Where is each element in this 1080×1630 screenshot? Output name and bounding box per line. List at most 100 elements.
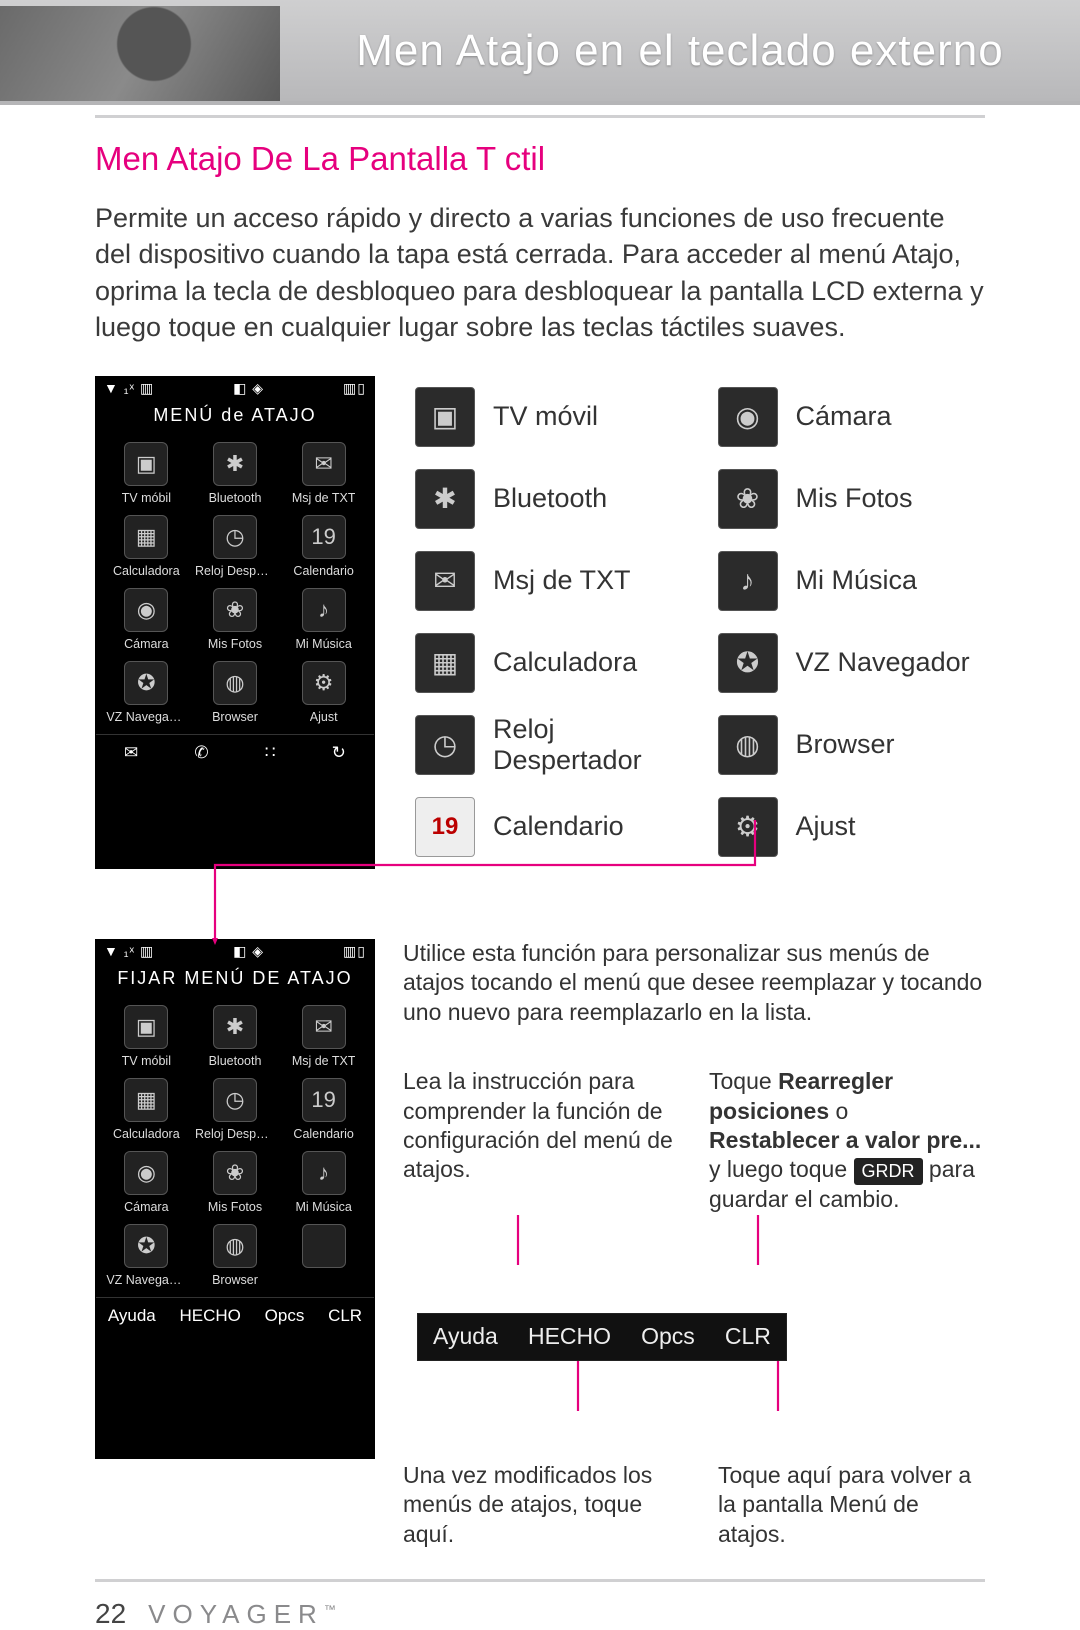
shortcut-icon: 19 bbox=[302, 515, 346, 559]
app-icon: ✉ bbox=[415, 551, 475, 611]
grdr-badge: GRDR bbox=[854, 1158, 923, 1185]
app-icon: ✱ bbox=[415, 469, 475, 529]
shortcut-cell[interactable]: ✪VZ Navegador bbox=[102, 1218, 191, 1291]
icon-entry: ⚙Ajust bbox=[718, 786, 986, 868]
shortcut-label: Bluetooth bbox=[209, 491, 262, 505]
shortcut-cell[interactable]: ▣TV móbil bbox=[102, 999, 191, 1072]
shortcut-cell[interactable]: ❀ Mis Fotos bbox=[191, 1145, 280, 1218]
battery-icon: ▥▯ bbox=[343, 380, 366, 397]
app-label: VZ Navegador bbox=[796, 647, 970, 678]
shortcut-cell[interactable]: ◷Reloj Despert… bbox=[191, 1072, 280, 1145]
shortcut-icon bbox=[302, 1224, 346, 1268]
shortcut-label: Reloj Desper… bbox=[195, 564, 275, 578]
shortcut-cell[interactable]: ♪Mi Música bbox=[279, 582, 368, 655]
status-left: ▼ ₁ˣ ▥ bbox=[104, 380, 154, 397]
icon-entry: ✱Bluetooth bbox=[415, 458, 683, 540]
shortcut-cell[interactable]: ✱ Bluetooth bbox=[191, 436, 280, 509]
app-label: Mis Fotos bbox=[796, 483, 913, 514]
shortcut-cell[interactable]: ▦Calculadora bbox=[102, 509, 191, 582]
softkey[interactable]: Ayuda bbox=[423, 1322, 508, 1351]
softkey[interactable]: Opcs bbox=[259, 1306, 311, 1326]
softkey-bar-large[interactable]: Ayuda HECHO Opcs CLR bbox=[417, 1313, 787, 1361]
shortcut-cell[interactable]: ✱Bluetooth bbox=[191, 999, 280, 1072]
softkey-bar[interactable]: Ayuda HECHO Opcs CLR bbox=[96, 1297, 374, 1335]
shortcut-icon: ♪ bbox=[302, 1151, 346, 1195]
status-left: ▼ ₁ˣ ▥ bbox=[104, 943, 154, 960]
shortcut-label: Calculadora bbox=[113, 1127, 180, 1141]
app-icon: ❀ bbox=[718, 469, 778, 529]
shortcut-cell[interactable]: ✪ VZ Navegador bbox=[102, 655, 191, 728]
app-icon: ◷ bbox=[415, 715, 475, 775]
shortcut-icon: ◍ bbox=[213, 1224, 257, 1268]
icon-entry: ❀ Mis Fotos bbox=[718, 458, 986, 540]
shortcut-label: Mis Fotos bbox=[208, 1200, 262, 1214]
shortcut-icon: ✉ bbox=[302, 442, 346, 486]
shortcut-cell[interactable]: ◉Cámara bbox=[102, 1145, 191, 1218]
shortcut-label: TV móbil bbox=[122, 1054, 171, 1068]
phone-title: FIJAR MENÚ DE ATAJO bbox=[96, 964, 374, 999]
shortcut-cell[interactable]: ♪Mi Música bbox=[279, 1145, 368, 1218]
shortcut-label: Cámara bbox=[124, 637, 168, 651]
softkey[interactable]: Opcs bbox=[631, 1322, 705, 1351]
shortcut-cell[interactable]: ◷ Reloj Desper… bbox=[191, 509, 280, 582]
shortcut-icon: ✪ bbox=[124, 661, 168, 705]
shortcut-cell[interactable]: ✉Msj de TXT bbox=[279, 436, 368, 509]
shortcut-label: Calendario bbox=[293, 564, 353, 578]
app-icon: ▦ bbox=[415, 633, 475, 693]
shortcut-cell[interactable]: ⚙Ajust bbox=[279, 655, 368, 728]
status-bar: ▼ ₁ˣ ▥ ◧ ◈ ▥▯ bbox=[96, 377, 374, 401]
shortcut-icon: ◉ bbox=[124, 588, 168, 632]
callout-hecho-instruction: Una vez modificados los menús de atajos,… bbox=[403, 1461, 670, 1549]
softkey[interactable]: CLR bbox=[715, 1322, 781, 1351]
shortcut-icon: ▦ bbox=[124, 1078, 168, 1122]
app-label: Mi Música bbox=[796, 565, 918, 596]
softkey: ✉ bbox=[118, 743, 144, 763]
shortcut-cell[interactable]: ◍Browser bbox=[191, 1218, 280, 1291]
shortcut-label: Msj de TXT bbox=[292, 1054, 356, 1068]
shortcut-icon: ▣ bbox=[124, 442, 168, 486]
app-label: Cámara bbox=[796, 401, 892, 432]
battery-icon: ▥▯ bbox=[343, 943, 366, 960]
softkey[interactable]: HECHO bbox=[518, 1322, 621, 1351]
shortcut-cell[interactable]: ◉ Cámara bbox=[102, 582, 191, 655]
shortcut-cell[interactable]: ▣TV móbil bbox=[102, 436, 191, 509]
softkey[interactable]: Ayuda bbox=[102, 1306, 162, 1326]
app-label: Reloj Despertador bbox=[493, 714, 683, 776]
shortcut-icon: ✱ bbox=[213, 1005, 257, 1049]
shortcut-icon: ❀ bbox=[213, 1151, 257, 1195]
softkey[interactable]: CLR bbox=[322, 1306, 368, 1326]
shortcut-label: VZ Navegador bbox=[106, 1273, 186, 1287]
shortcut-label: Reloj Despert… bbox=[195, 1127, 275, 1141]
app-icon: ◉ bbox=[718, 387, 778, 447]
softkey[interactable]: HECHO bbox=[174, 1306, 247, 1326]
shortcut-label: Browser bbox=[212, 710, 258, 724]
shortcut-cell[interactable]: ✉ Msj de TXT bbox=[279, 999, 368, 1072]
shortcut-icon: ✱ bbox=[213, 442, 257, 486]
shortcut-icon: ⚙ bbox=[302, 661, 346, 705]
shortcut-cell[interactable]: 19Calendario bbox=[279, 1072, 368, 1145]
shortcut-icon: ▦ bbox=[124, 515, 168, 559]
icon-entry: ◷ Reloj Despertador bbox=[415, 704, 683, 786]
brand-logo: VOYAGER™ bbox=[148, 1599, 343, 1630]
shortcut-cell[interactable]: ❀Mis Fotos bbox=[191, 582, 280, 655]
app-icon: ⚙ bbox=[718, 797, 778, 857]
app-label: Msj de TXT bbox=[493, 565, 631, 596]
status-mid: ◧ ◈ bbox=[233, 943, 264, 960]
icon-entry: ♪Mi Música bbox=[718, 540, 986, 622]
shortcut-label: VZ Navegador bbox=[106, 710, 186, 724]
shortcut-cell[interactable]: ▦ Calculadora bbox=[102, 1072, 191, 1145]
softkey: ∷ bbox=[259, 743, 282, 763]
shortcut-icon: ◷ bbox=[213, 515, 257, 559]
shortcut-cell[interactable]: ◍Browser bbox=[191, 655, 280, 728]
app-label: Calculadora bbox=[493, 647, 637, 678]
app-icon: ✪ bbox=[718, 633, 778, 693]
shortcut-icon: ✉ bbox=[302, 1005, 346, 1049]
shortcut-icon: 19 bbox=[302, 1078, 346, 1122]
app-icon: ▣ bbox=[415, 387, 475, 447]
app-icon: 19 bbox=[415, 797, 475, 857]
shortcut-cell[interactable] bbox=[279, 1218, 368, 1291]
callout-opcs-instruction: Toque Rearregler posiciones o Restablece… bbox=[709, 1067, 985, 1215]
page-number: 22 bbox=[95, 1598, 126, 1630]
page-banner: Men Atajo en el teclado externo bbox=[0, 0, 1080, 105]
shortcut-cell[interactable]: 19 Calendario bbox=[279, 509, 368, 582]
